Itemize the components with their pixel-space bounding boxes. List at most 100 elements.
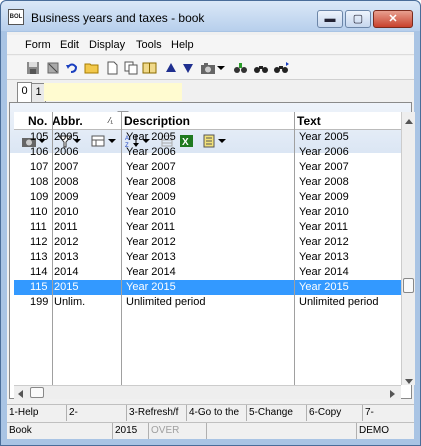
cell-abbr: Unlim. xyxy=(54,296,86,308)
cell-text: Year 2010 xyxy=(299,206,349,218)
fkey-refresh[interactable]: 3-Refresh/f xyxy=(127,405,187,421)
grid-header: No. Abbr. ⁄₁ Description Text xyxy=(14,112,401,130)
fkey-goto[interactable]: 4-Go to the xyxy=(187,405,247,421)
table-row[interactable]: 110 2010 Year 2010 Year 2010 xyxy=(14,205,401,220)
cell-description: Unlimited period xyxy=(126,296,206,308)
cell-description: Year 2010 xyxy=(126,206,176,218)
cell-description: Year 2007 xyxy=(126,161,176,173)
fkey-copy[interactable]: 6-Copy xyxy=(307,405,363,421)
menu-display[interactable]: Display xyxy=(89,39,125,51)
table-row[interactable]: 105 2005 Year 2005 Year 2005 xyxy=(14,130,401,145)
grid-body: 105 2005 Year 2005 Year 2005 106 2006 Year 200… xyxy=(14,130,401,385)
scroll-down-icon[interactable] xyxy=(405,376,413,388)
close-button[interactable]: ✕ xyxy=(373,10,413,28)
cell-text: Year 2006 xyxy=(299,146,349,158)
tab-0[interactable]: 0 xyxy=(17,82,32,102)
menu-form[interactable]: Form xyxy=(25,39,51,51)
delete-icon[interactable] xyxy=(44,59,62,77)
book-icon[interactable] xyxy=(141,59,159,77)
menu-bar: Form Edit Display Tools Help xyxy=(7,35,414,55)
cell-text: Unlimited period xyxy=(299,296,379,308)
cell-abbr: 2013 xyxy=(54,251,79,263)
vertical-scroll-thumb[interactable] xyxy=(403,278,414,293)
table-row[interactable]: 106 2006 Year 2006 Year 2006 xyxy=(14,145,401,160)
new-document-icon[interactable] xyxy=(103,59,121,77)
minimize-button[interactable]: ▬ xyxy=(317,10,343,28)
column-divider xyxy=(52,112,53,385)
cell-description: Year 2014 xyxy=(126,266,176,278)
find-icon[interactable] xyxy=(232,59,250,77)
cell-description: Year 2013 xyxy=(126,251,176,263)
cell-description: Year 2009 xyxy=(126,191,176,203)
open-folder-icon[interactable] xyxy=(83,59,101,77)
title-bar[interactable]: BOL Business years and taxes - book ▬ ▢ … xyxy=(1,1,420,31)
camera-dropdown-icon[interactable] xyxy=(216,59,226,77)
arrow-down-icon[interactable] xyxy=(179,59,197,77)
horizontal-scrollbar[interactable] xyxy=(14,385,401,399)
status-form-name: Book xyxy=(7,423,113,439)
table-row[interactable]: 111 2011 Year 2011 Year 2011 xyxy=(14,220,401,235)
cell-abbr: 2015 xyxy=(54,281,79,293)
fkey-7[interactable]: 7- xyxy=(363,405,414,421)
binoculars-icon[interactable] xyxy=(252,59,270,77)
status-overwrite-mode: OVER xyxy=(149,423,207,439)
main-toolbar xyxy=(7,56,414,80)
maximize-button[interactable]: ▢ xyxy=(345,10,371,28)
fkey-2[interactable]: 2- xyxy=(67,405,127,421)
table-row[interactable]: 113 2013 Year 2013 Year 2013 xyxy=(14,250,401,265)
column-header-description[interactable]: Description xyxy=(124,114,190,128)
status-company: DEMO xyxy=(359,425,389,436)
table-row[interactable]: 112 2012 Year 2012 Year 2012 xyxy=(14,235,401,250)
cell-description: Year 2008 xyxy=(126,176,176,188)
save-icon[interactable] xyxy=(24,59,42,77)
cell-description: Year 2005 xyxy=(126,131,176,143)
table-row[interactable]: 114 2014 Year 2014 Year 2014 xyxy=(14,265,401,280)
column-header-no[interactable]: No. xyxy=(28,114,47,128)
table-row[interactable]: 109 2009 Year 2009 Year 2009 xyxy=(14,190,401,205)
cell-text: Year 2014 xyxy=(299,266,349,278)
table-row[interactable]: 115 2015 Year 2015 Year 2015 xyxy=(14,280,401,295)
tab-strip: 0 1 xyxy=(7,82,414,102)
camera-icon[interactable] xyxy=(199,59,217,77)
cell-description: Year 2006 xyxy=(126,146,176,158)
cell-abbr: 2008 xyxy=(54,176,79,188)
fkey-change[interactable]: 5-Change xyxy=(247,405,307,421)
cell-abbr: 2011 xyxy=(54,221,78,233)
menu-tools[interactable]: Tools xyxy=(136,39,162,51)
cell-abbr: 2005 xyxy=(54,131,79,143)
menu-edit[interactable]: Edit xyxy=(60,39,79,51)
sort-marker: ⁄₁ xyxy=(109,116,114,125)
tab-info-field xyxy=(44,83,182,101)
status-year: 2015 xyxy=(113,423,149,439)
table-row[interactable]: 199 Unlim. Unlimited period Unlimited perio… xyxy=(14,295,401,310)
column-divider xyxy=(294,112,295,385)
table-row[interactable]: 107 2007 Year 2007 Year 2007 xyxy=(14,160,401,175)
column-header-abbr[interactable]: Abbr. xyxy=(52,114,83,128)
cell-description: Year 2011 xyxy=(126,221,175,233)
fkey-help[interactable]: 1-Help xyxy=(7,405,67,421)
cell-text: Year 2015 xyxy=(299,281,349,293)
cell-abbr: 2012 xyxy=(54,236,79,248)
status-empty xyxy=(207,423,357,439)
scroll-right-icon[interactable] xyxy=(390,389,396,401)
cell-abbr: 2006 xyxy=(54,146,79,158)
cell-text: Year 2005 xyxy=(299,131,349,143)
column-divider xyxy=(121,112,122,385)
app-icon[interactable]: BOL xyxy=(8,9,24,25)
cell-text: Year 2011 xyxy=(299,221,348,233)
scroll-left-icon[interactable] xyxy=(18,389,24,401)
copy-icon[interactable] xyxy=(122,59,140,77)
column-header-text[interactable]: Text xyxy=(297,114,321,128)
menu-help[interactable]: Help xyxy=(171,39,194,51)
vertical-scrollbar[interactable] xyxy=(401,112,415,385)
cell-description: Year 2012 xyxy=(126,236,176,248)
arrow-up-icon[interactable] xyxy=(162,59,180,77)
binoculars-next-icon[interactable] xyxy=(272,59,290,77)
scroll-up-icon[interactable] xyxy=(405,116,413,128)
cell-abbr: 2007 xyxy=(54,161,79,173)
horizontal-scroll-thumb[interactable] xyxy=(30,387,44,398)
undo-icon[interactable] xyxy=(63,59,81,77)
table-row[interactable]: 108 2008 Year 2008 Year 2008 xyxy=(14,175,401,190)
cell-text: Year 2012 xyxy=(299,236,349,248)
cell-description: Year 2015 xyxy=(126,281,176,293)
